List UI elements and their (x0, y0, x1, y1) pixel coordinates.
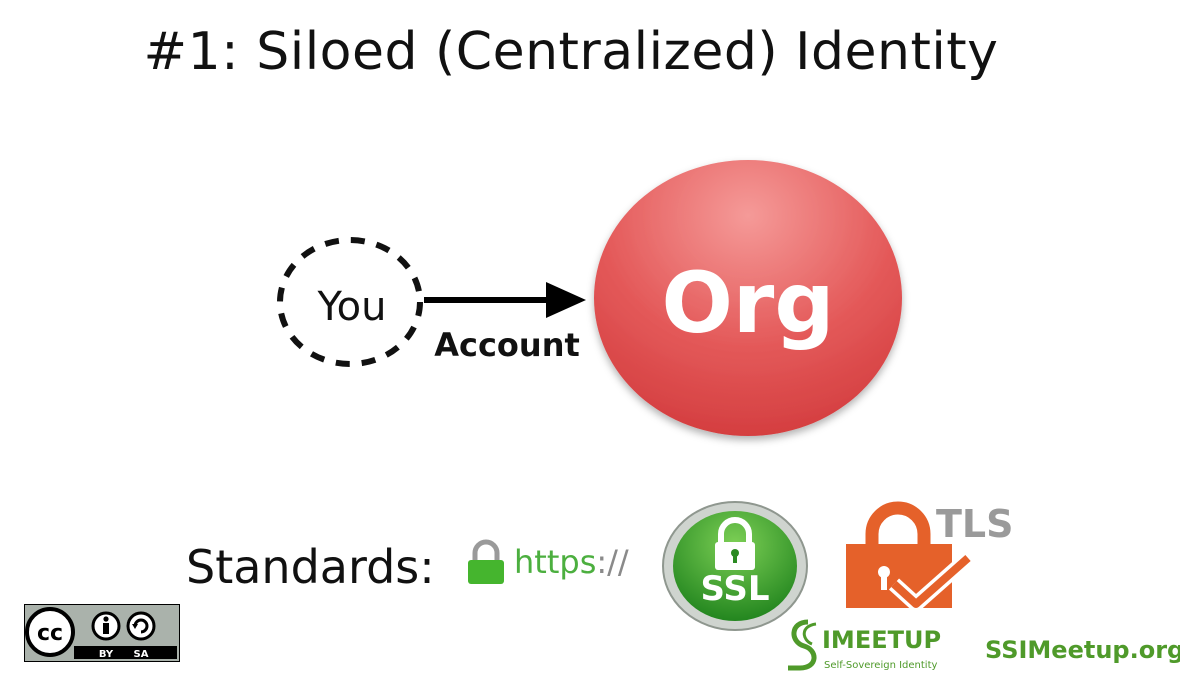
sa-label: SA (134, 649, 149, 660)
org-label: Org (662, 254, 835, 352)
share-alike-icon (126, 611, 156, 641)
attribution-icon (91, 611, 121, 641)
meetup-name: IMEETUP (822, 626, 941, 654)
tls-label: TLS (936, 502, 1014, 546)
ssl-label: SSL (700, 569, 769, 609)
svg-text:cc: cc (37, 621, 63, 646)
ssi-meetup-url: SSIMeetup.org (985, 636, 1180, 664)
cc-icon: cc (25, 607, 75, 657)
ssi-meetup-logo: IMEETUP Self-Sovereign Identity (788, 619, 941, 671)
by-label: BY (99, 649, 114, 660)
account-arrow-head (546, 282, 586, 318)
green-lock-icon (468, 539, 504, 584)
cc-by-sa-badge: cc BY SA (24, 604, 180, 662)
account-label: Account (434, 326, 580, 364)
you-label: You (317, 284, 387, 330)
meetup-s-icon (788, 619, 817, 671)
https-logo: https:// (466, 538, 629, 586)
meetup-tagline: Self-Sovereign Identity (824, 660, 937, 671)
tls-badge: TLS (846, 501, 1014, 612)
https-text: https:// (514, 543, 629, 581)
standards-label: Standards: (186, 540, 435, 594)
